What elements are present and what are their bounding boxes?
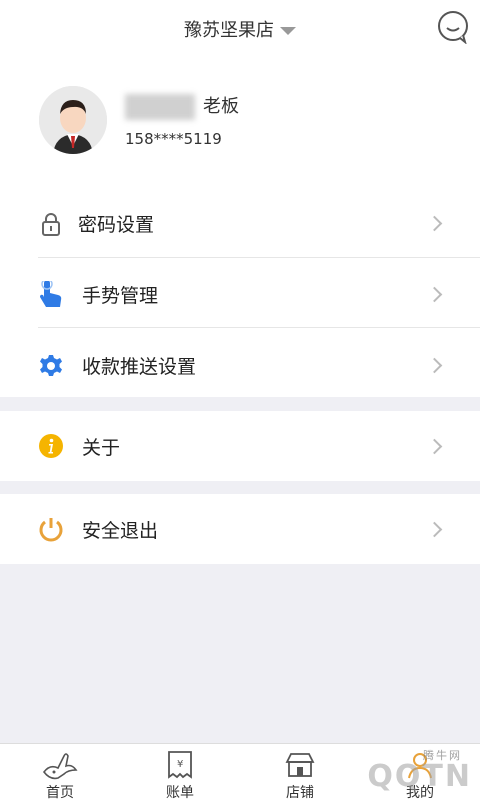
- menu-item-password[interactable]: 密码设置: [0, 188, 480, 259]
- chevron-right-icon: [426, 215, 443, 232]
- name-redacted: [125, 94, 195, 120]
- menu-label-gesture: 手势管理: [82, 285, 159, 307]
- menu-item-gesture[interactable]: 手势管理: [0, 259, 480, 330]
- menu-item-push[interactable]: 收款推送设置: [0, 330, 480, 401]
- user-role: 老板: [203, 96, 239, 117]
- menu-label-logout: 安全退出: [82, 519, 159, 542]
- tab-label-home: 首页: [46, 785, 74, 800]
- tab-label-bills: 账单: [166, 785, 194, 800]
- about-section: 关于: [0, 411, 480, 481]
- avatar: [39, 86, 107, 154]
- user-phone: 158****5119: [125, 130, 222, 148]
- message-button[interactable]: [436, 10, 470, 45]
- tab-home[interactable]: 首页: [0, 744, 120, 800]
- store-name: 豫苏坚果店: [184, 20, 274, 41]
- menu-item-about[interactable]: 关于: [0, 411, 480, 481]
- tab-label-shop: 店铺: [286, 785, 314, 800]
- logout-section: 安全退出: [0, 494, 480, 564]
- bottom-tab-bar: 首页 ¥ 账单 店铺 我的 腾牛网 QQTN: [0, 743, 480, 800]
- lock-icon: [38, 211, 64, 237]
- receipt-icon: ¥: [168, 751, 192, 779]
- shop-icon: [285, 753, 315, 777]
- divider: [38, 257, 480, 258]
- watermark: 腾牛网 QQTN: [367, 749, 472, 794]
- svg-text:¥: ¥: [177, 759, 183, 770]
- chevron-right-icon: [426, 521, 443, 537]
- chat-bubble-icon: [438, 11, 468, 45]
- store-switcher[interactable]: 豫苏坚果店: [0, 16, 480, 42]
- chevron-right-icon: [426, 286, 443, 303]
- tab-bills[interactable]: ¥ 账单: [120, 744, 240, 800]
- menu-label-about: 关于: [82, 436, 121, 459]
- menu-label-push: 收款推送设置: [82, 356, 197, 378]
- watermark-text: QQTN: [367, 759, 472, 794]
- profile-card[interactable]: 老板 158****5119: [0, 58, 480, 188]
- avatar-image: [39, 86, 107, 154]
- tab-shop[interactable]: 店铺: [240, 744, 360, 800]
- gear-icon: [38, 353, 64, 379]
- home-bird-icon: [42, 753, 78, 780]
- watermark-sub: 腾牛网: [423, 749, 462, 762]
- chevron-right-icon: [426, 357, 443, 374]
- divider: [38, 327, 480, 328]
- top-bar: 豫苏坚果店: [0, 0, 480, 58]
- hand-pointer-icon: [38, 280, 64, 308]
- user-name: 老板: [125, 92, 239, 120]
- menu-label-password: 密码设置: [78, 214, 155, 236]
- power-icon: [38, 516, 64, 542]
- menu-item-logout[interactable]: 安全退出: [0, 494, 480, 564]
- settings-section: 密码设置 手势管理 收款推送设置: [0, 188, 480, 397]
- info-icon: [38, 433, 64, 459]
- dropdown-caret-icon: [280, 27, 296, 35]
- chevron-right-icon: [426, 438, 443, 454]
